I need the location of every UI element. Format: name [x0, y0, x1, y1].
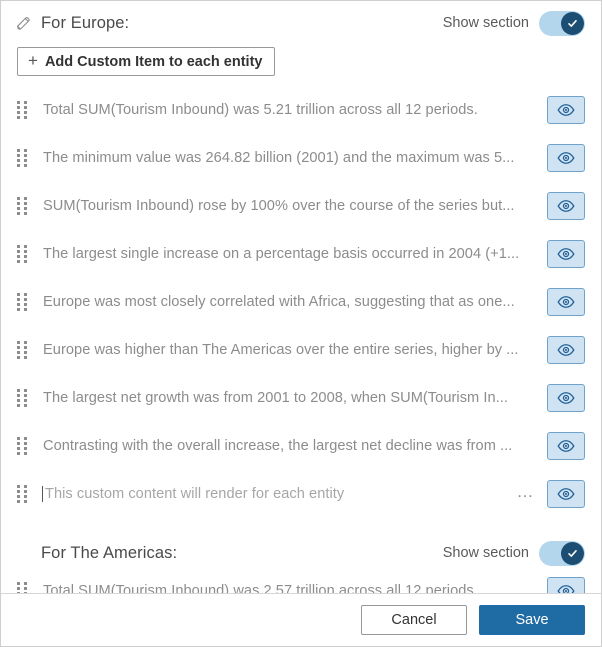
drag-handle-icon[interactable] — [17, 101, 33, 119]
toggle-visibility-button[interactable] — [547, 577, 585, 593]
list-item-label: Contrasting with the overall increase, t… — [43, 438, 513, 454]
list-item-label: Europe was most closely correlated with … — [43, 294, 515, 310]
toggle-visibility-button[interactable] — [547, 336, 585, 364]
toggle-visibility-button[interactable] — [547, 384, 585, 412]
toggle-knob — [561, 541, 584, 565]
toggle-visibility-button[interactable] — [547, 144, 585, 172]
check-icon — [568, 19, 577, 27]
list-item-label: Total SUM(Tourism Inbound) was 5.21 tril… — [43, 102, 478, 118]
drag-handle-icon[interactable] — [17, 245, 33, 263]
drag-handle-icon[interactable] — [17, 197, 33, 215]
edit-section-title-button[interactable] — [15, 15, 41, 32]
eye-icon — [557, 104, 575, 116]
list-item[interactable]: Total SUM(Tourism Inbound) was 2.57 tril… — [1, 575, 601, 593]
list-item-label: SUM(Tourism Inbound) rose by 100% over t… — [43, 198, 515, 214]
list-item[interactable]: Europe was most closely correlated with … — [1, 278, 601, 326]
pencil-icon — [15, 15, 32, 32]
section-europe: For Europe: Show section + Add Custom It… — [1, 1, 601, 518]
custom-item-more-menu[interactable]: … — [513, 483, 548, 506]
list-item-label: Europe was higher than The Americas over… — [43, 342, 519, 358]
list-item[interactable]: The minimum value was 264.82 billion (20… — [1, 134, 601, 182]
section-header-europe: For Europe: Show section — [1, 1, 601, 45]
list-item[interactable]: The largest net growth was from 2001 to … — [1, 374, 601, 422]
add-custom-item-label: Add Custom Item to each entity — [44, 53, 263, 70]
toggle-visibility-button[interactable] — [547, 480, 585, 508]
toggle-visibility-button[interactable] — [547, 192, 585, 220]
show-section-label: Show section — [442, 15, 529, 31]
drag-handle-icon[interactable] — [17, 149, 33, 167]
drag-handle-icon[interactable] — [17, 341, 33, 359]
eye-icon — [557, 392, 575, 404]
list-item-label: The largest single increase on a percent… — [43, 246, 520, 262]
list-item[interactable]: The largest single increase on a percent… — [1, 230, 601, 278]
list-item[interactable]: Total SUM(Tourism Inbound) was 5.21 tril… — [1, 86, 601, 134]
toggle-visibility-button[interactable] — [547, 96, 585, 124]
add-custom-item-row: + Add Custom Item to each entity — [1, 45, 601, 86]
list-item-label: Total SUM(Tourism Inbound) was 2.57 tril… — [43, 583, 478, 593]
section-title: For Europe: — [41, 13, 130, 32]
sections-scroll-area[interactable]: For Europe: Show section + Add Custom It… — [1, 1, 601, 593]
list-item[interactable]: SUM(Tourism Inbound) rose by 100% over t… — [1, 182, 601, 230]
eye-icon — [557, 488, 575, 500]
clipped-list-item-wrapper: Total SUM(Tourism Inbound) was 2.57 tril… — [1, 575, 601, 593]
eye-icon — [557, 248, 575, 260]
show-section-label: Show section — [442, 545, 529, 561]
list-item[interactable]: Contrasting with the overall increase, t… — [1, 422, 601, 470]
cancel-button[interactable]: Cancel — [361, 605, 467, 635]
list-item-label: The largest net growth was from 2001 to … — [43, 390, 508, 406]
toggle-visibility-button[interactable] — [547, 240, 585, 268]
eye-icon — [557, 585, 575, 593]
list-item-label: The minimum value was 264.82 billion (20… — [43, 150, 515, 166]
show-section-toggle[interactable] — [539, 10, 585, 36]
eye-icon — [557, 152, 575, 164]
add-custom-item-button[interactable]: + Add Custom Item to each entity — [17, 47, 276, 76]
custom-list-item[interactable]: This custom content will render for each… — [1, 470, 601, 518]
save-button[interactable]: Save — [479, 605, 585, 635]
custom-content-input[interactable]: This custom content will render for each… — [42, 486, 513, 502]
eye-icon — [557, 344, 575, 356]
check-icon — [568, 549, 577, 557]
toggle-visibility-button[interactable] — [547, 288, 585, 316]
toggle-knob — [561, 11, 584, 35]
show-section-toggle[interactable] — [539, 540, 585, 566]
dialog-footer: Cancel Save — [1, 593, 601, 646]
list-item[interactable]: Europe was higher than The Americas over… — [1, 326, 601, 374]
eye-icon — [557, 296, 575, 308]
drag-handle-icon[interactable] — [17, 582, 33, 593]
settings-dialog: For Europe: Show section + Add Custom It… — [0, 0, 602, 647]
drag-handle-icon[interactable] — [17, 485, 33, 503]
eye-icon — [557, 440, 575, 452]
section-header-the-americas: For The Americas: Show section — [1, 531, 601, 575]
section-title: For The Americas: — [41, 543, 178, 562]
drag-handle-icon[interactable] — [17, 389, 33, 407]
drag-handle-icon[interactable] — [17, 437, 33, 455]
plus-icon: + — [28, 51, 38, 70]
toggle-visibility-button[interactable] — [547, 432, 585, 460]
eye-icon — [557, 200, 575, 212]
drag-handle-icon[interactable] — [17, 293, 33, 311]
section-the-americas: For The Americas: Show section Total SUM… — [1, 531, 601, 593]
